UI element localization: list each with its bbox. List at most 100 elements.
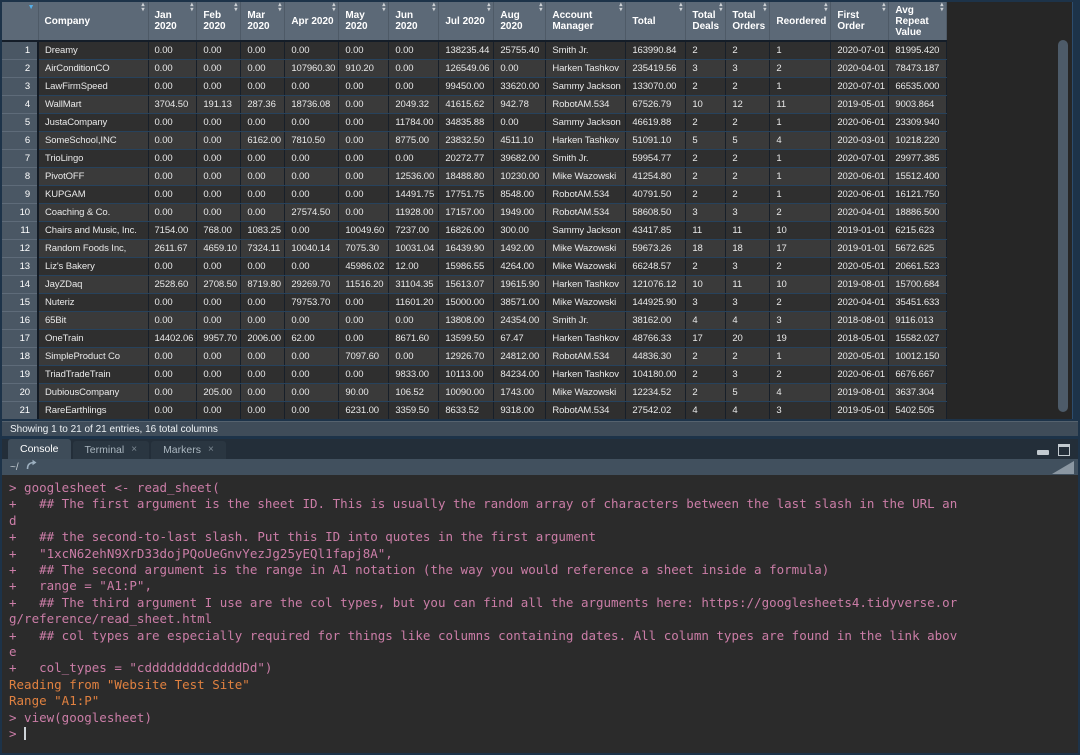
cell: RobotAM.534: [546, 186, 626, 204]
column-header-jan-2020[interactable]: Jan 2020▴▾: [148, 2, 197, 41]
cell: 2018-08-01: [831, 312, 889, 330]
cell: 0.00: [389, 312, 439, 330]
cell: 7237.00: [389, 222, 439, 240]
cell: 15000.00: [439, 294, 494, 312]
cell: 51091.10: [626, 132, 686, 150]
cell: 16439.90: [439, 240, 494, 258]
tab-terminal[interactable]: Terminal×: [73, 441, 150, 459]
sort-icon: ▴▾: [539, 3, 542, 13]
row-number: 14: [2, 276, 38, 294]
cell: 20661.523: [889, 258, 947, 276]
cell: 1: [770, 168, 831, 186]
cell: 11516.20: [339, 276, 389, 294]
console-input-line: + range = "A1:P",: [9, 578, 1078, 594]
cell: 0.00: [148, 366, 197, 384]
column-header-reordered[interactable]: Reordered▴▾: [770, 2, 831, 41]
cell: 4659.10: [197, 240, 241, 258]
column-header-total-orders[interactable]: Total Orders▴▾: [726, 2, 770, 41]
console-input-line: >: [9, 726, 1078, 742]
maximize-icon[interactable]: [1058, 444, 1070, 456]
column-header-account-manager[interactable]: Account Manager▴▾: [546, 2, 626, 41]
cell: 0.00: [339, 294, 389, 312]
cell: 235419.56: [626, 60, 686, 78]
sort-icon: ▴▾: [382, 3, 385, 13]
console-output[interactable]: > googlesheet <- read_sheet(+ ## The fir…: [2, 475, 1078, 753]
cell: Harken Tashkov: [546, 330, 626, 348]
column-header-first-order[interactable]: First Order▴▾: [831, 2, 889, 41]
column-label: Company: [45, 16, 91, 27]
cell: SimpleProduct Co: [38, 348, 148, 366]
column-header-apr-2020[interactable]: Apr 2020▴▾: [285, 2, 339, 41]
cell: 0.00: [285, 366, 339, 384]
table-scrollbar[interactable]: [1058, 2, 1069, 419]
column-header-aug-2020[interactable]: Aug 2020▴▾: [494, 2, 546, 41]
cell: 2020-06-01: [831, 114, 889, 132]
cell: 0.00: [339, 96, 389, 114]
minimize-icon[interactable]: [1037, 450, 1049, 455]
column-label: Total Deals: [692, 10, 719, 32]
cell: 4: [770, 384, 831, 402]
cell: 0.00: [197, 258, 241, 276]
cell: 78473.187: [889, 60, 947, 78]
cell: 2020-04-01: [831, 294, 889, 312]
column-header-feb-2020[interactable]: Feb 2020▴▾: [197, 2, 241, 41]
cell: 0.00: [197, 186, 241, 204]
cell: 29977.385: [889, 150, 947, 168]
column-header-total-deals[interactable]: Total Deals▴▾: [686, 2, 726, 41]
table-row: 8PivotOFF0.000.000.000.000.0012536.00184…: [2, 168, 947, 186]
cell: 7075.30: [339, 240, 389, 258]
column-header-blank[interactable]: ▼: [2, 2, 38, 41]
goto-directory-arrow-icon[interactable]: [26, 459, 39, 476]
cell: 2611.67: [148, 240, 197, 258]
cell: 7154.00: [148, 222, 197, 240]
cell: 81995.420: [889, 41, 947, 60]
cell: RobotAM.534: [546, 96, 626, 114]
tab-markers[interactable]: Markers×: [151, 441, 226, 459]
column-header-mar-2020[interactable]: Mar 2020▴▾: [241, 2, 285, 41]
cell: 2019-01-01: [831, 240, 889, 258]
column-header-avg-repeat-value[interactable]: Avg Repeat Value▴▾: [889, 2, 947, 41]
cell: 10: [686, 276, 726, 294]
cell: 18736.08: [285, 96, 339, 114]
cell: 104180.00: [626, 366, 686, 384]
column-header-jul-2020[interactable]: Jul 2020▴▾: [439, 2, 494, 41]
cell: 23309.940: [889, 114, 947, 132]
cell: 84234.00: [494, 366, 546, 384]
column-header-total[interactable]: Total▴▾: [626, 2, 686, 41]
column-header-may-2020[interactable]: May 2020▴▾: [339, 2, 389, 41]
cell: 8633.52: [439, 402, 494, 420]
cell: 3: [726, 258, 770, 276]
close-icon[interactable]: ×: [131, 445, 137, 455]
table-row: 19TriadTradeTrain0.000.000.000.000.00983…: [2, 366, 947, 384]
cell: 11: [686, 222, 726, 240]
cell: 0.00: [285, 150, 339, 168]
cell: 15986.55: [439, 258, 494, 276]
column-label: Apr 2020: [291, 16, 333, 27]
console-input-line: + col_types = "cddddddddcddddDd"): [9, 660, 1078, 676]
cell: 14402.06: [148, 330, 197, 348]
cell: 8775.00: [389, 132, 439, 150]
cell: 6215.623: [889, 222, 947, 240]
cell: 0.00: [285, 348, 339, 366]
cell: 18886.500: [889, 204, 947, 222]
scrollbar-thumb[interactable]: [1058, 40, 1068, 412]
panel-resize-grip[interactable]: [1052, 461, 1074, 474]
cell: 0.00: [241, 41, 285, 60]
cell: 20: [726, 330, 770, 348]
tab-console[interactable]: Console: [8, 439, 71, 459]
cell: 163990.84: [626, 41, 686, 60]
column-header-company[interactable]: Company▴▾: [38, 2, 148, 41]
cell: RobotAM.534: [546, 204, 626, 222]
console-output-line: Reading from "Website Test Site": [9, 677, 1078, 693]
column-label: Reordered: [776, 16, 826, 27]
cell: Chairs and Music, Inc.: [38, 222, 148, 240]
cell: 15613.07: [439, 276, 494, 294]
column-header-jun-2020[interactable]: Jun 2020▴▾: [389, 2, 439, 41]
close-icon[interactable]: ×: [208, 445, 214, 455]
cell: 0.00: [197, 132, 241, 150]
cell: Random Foods Inc,: [38, 240, 148, 258]
data-viewer-panel: ▼Company▴▾Jan 2020▴▾Feb 2020▴▾Mar 2020▴▾…: [0, 0, 1080, 437]
cell: 3: [770, 402, 831, 420]
console-input-line: > view(googlesheet): [9, 710, 1078, 726]
table-row: 15Nuteriz0.000.000.0079753.700.0011601.2…: [2, 294, 947, 312]
